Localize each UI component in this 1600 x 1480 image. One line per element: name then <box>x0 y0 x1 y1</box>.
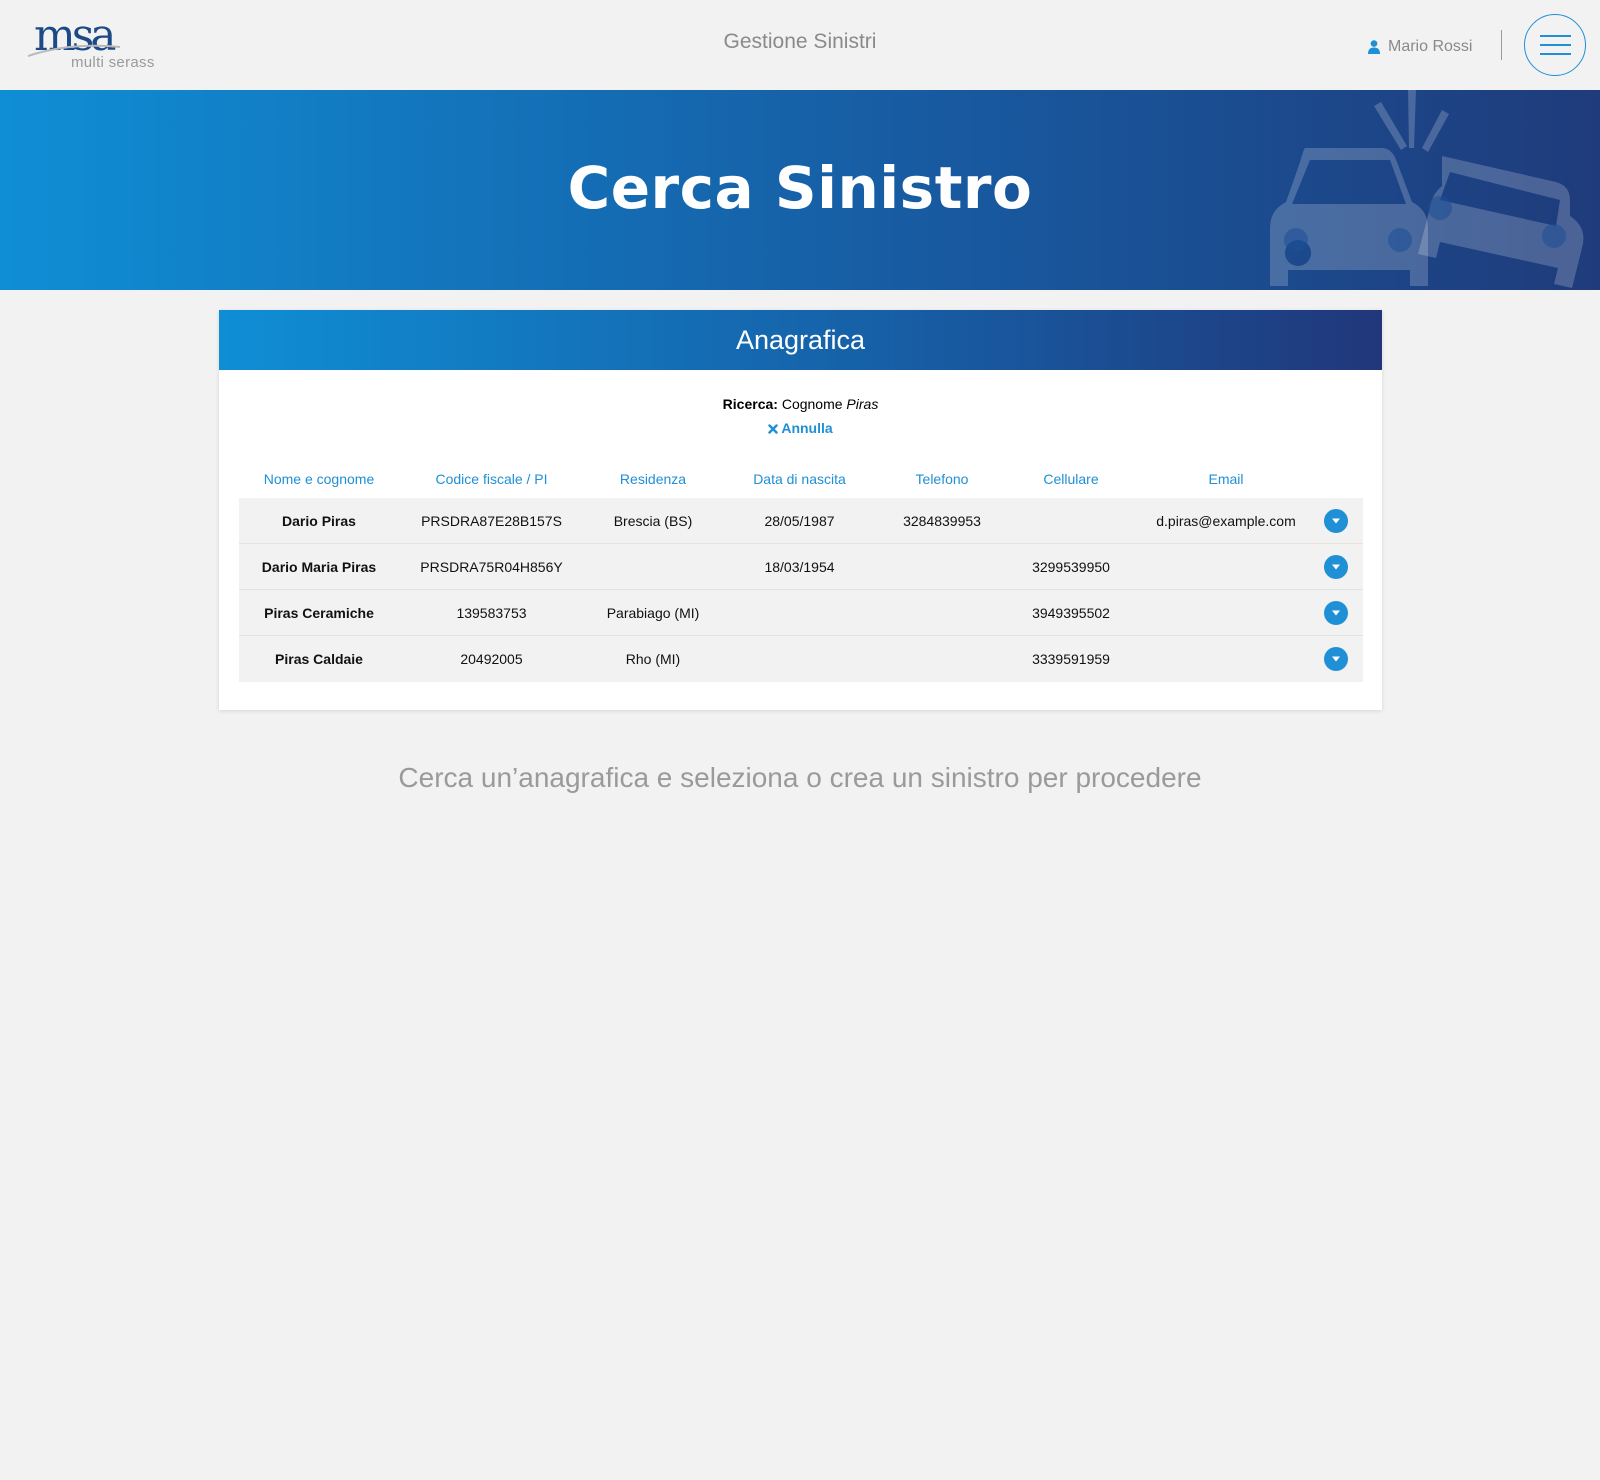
cancel-label: Annulla <box>781 420 833 436</box>
column-header[interactable]: Data di nascita <box>722 471 877 487</box>
table-row[interactable]: Piras Ceramiche 139583753 Parabiago (MI)… <box>239 590 1363 636</box>
cell-email: d.piras@example.com <box>1156 512 1296 529</box>
results-table: Nome e cognome Codice fiscale / PI Resid… <box>239 460 1363 682</box>
cell-tax-code: 20492005 <box>460 651 523 667</box>
cell-residence: Parabiago (MI) <box>606 604 700 621</box>
header-divider <box>1501 30 1502 60</box>
cell-birth-date: 18/03/1954 <box>764 558 835 575</box>
table-row[interactable]: Dario Maria Piras PRSDRA75R04H856Y 18/03… <box>239 544 1363 590</box>
caret-down-icon <box>1332 656 1340 662</box>
search-summary: Ricerca: Cognome Piras <box>219 396 1382 412</box>
column-header[interactable]: Residenza <box>584 471 722 487</box>
cell-residence: Rho (MI) <box>625 651 681 667</box>
search-field: Cognome <box>781 396 843 412</box>
cell-mobile: 3339591959 <box>1032 651 1110 667</box>
table-row[interactable]: Piras Caldaie 20492005 Rho (MI) 33395919… <box>239 636 1363 682</box>
cell-name: Piras Caldaie <box>275 651 363 667</box>
table-header: Nome e cognome Codice fiscale / PI Resid… <box>239 460 1363 498</box>
card-title: Anagrafica <box>219 310 1382 370</box>
instruction-text: Cerca un’anagrafica e seleziona o crea u… <box>398 762 1202 793</box>
user-menu[interactable]: Mario Rossi <box>1368 36 1472 58</box>
cancel-search-link[interactable]: Annulla <box>219 420 1382 436</box>
caret-down-icon <box>1332 610 1340 615</box>
column-header[interactable]: Codice fiscale / PI <box>399 471 584 487</box>
top-header: msa multi serass Gestione Sinistri Mario… <box>0 0 1600 90</box>
user-icon <box>1368 40 1380 54</box>
close-icon <box>768 424 779 434</box>
hero-banner: Cerca Sinistro <box>0 90 1600 290</box>
cell-phone: 3284839953 <box>903 512 981 529</box>
hamburger-icon <box>1540 35 1571 37</box>
search-label: Ricerca: <box>722 396 778 412</box>
msa-logo[interactable]: msa multi serass <box>28 14 168 76</box>
cell-name: Dario Maria Piras <box>261 558 377 575</box>
table-row[interactable]: Dario Piras PRSDRA87E28B157S Brescia (BS… <box>239 498 1363 544</box>
cell-tax-code: 139583753 <box>456 604 527 621</box>
cell-name: Piras Ceramiche <box>264 604 374 621</box>
column-header[interactable]: Nome e cognome <box>239 471 399 487</box>
cell-birth-date: 28/05/1987 <box>764 512 835 529</box>
expand-row-button[interactable] <box>1324 508 1348 533</box>
logo-subtitle: multi serass <box>71 54 155 71</box>
expand-row-button[interactable] <box>1324 647 1348 671</box>
cell-mobile: 3949395502 <box>1032 604 1110 621</box>
expand-row-button[interactable] <box>1324 554 1348 579</box>
cell-tax-code: PRSDRA87E28B157S <box>421 512 562 529</box>
column-header[interactable]: Email <box>1135 471 1317 487</box>
search-value: Piras <box>846 396 879 412</box>
page-title: Cerca Sinistro <box>567 154 1033 222</box>
anagrafica-card: Anagrafica Ricerca: Cognome Piras Annull… <box>219 310 1382 710</box>
column-header[interactable]: Telefono <box>877 471 1007 487</box>
column-header[interactable]: Cellulare <box>1007 471 1135 487</box>
cell-name: Dario Piras <box>282 512 356 529</box>
cell-residence: Brescia (BS) <box>613 512 693 529</box>
caret-down-icon <box>1332 518 1340 523</box>
hamburger-menu-button[interactable] <box>1524 14 1586 76</box>
caret-down-icon <box>1332 564 1340 569</box>
app-title: Gestione Sinistri <box>723 30 877 53</box>
cell-tax-code: PRSDRA75R04H856Y <box>420 558 563 575</box>
user-name: Mario Rossi <box>1388 38 1473 55</box>
cell-mobile: 3299539950 <box>1032 558 1110 575</box>
expand-row-button[interactable] <box>1324 600 1348 625</box>
